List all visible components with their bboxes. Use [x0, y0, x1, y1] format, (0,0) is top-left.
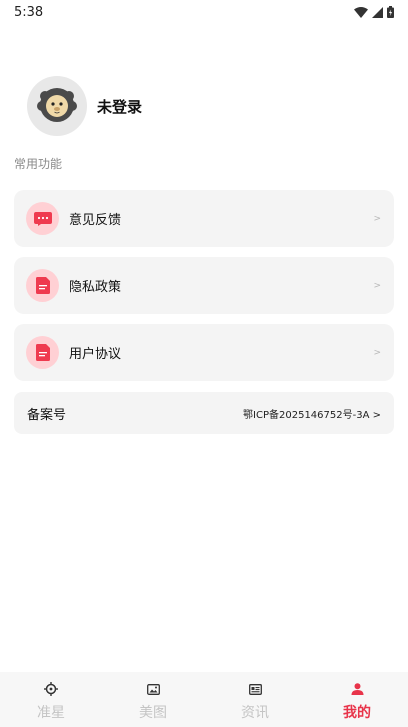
- menu-item-label: 隐私政策: [69, 280, 122, 295]
- tab-label: 准星: [37, 705, 65, 721]
- tab-label: 美图: [139, 705, 167, 721]
- icp-record-row[interactable]: 备案号 鄂ICP备2025146752号-3A >: [14, 392, 394, 434]
- tab-mine[interactable]: 我的: [306, 672, 408, 727]
- tab-label: 资讯: [241, 705, 269, 721]
- image-icon: [145, 681, 161, 697]
- crosshair-icon: [43, 681, 59, 697]
- menu-item-privacy-policy[interactable]: 隐私政策 >: [14, 257, 394, 314]
- menu-item-user-agreement[interactable]: 用户协议 >: [14, 324, 394, 381]
- login-status-label[interactable]: 未登录: [97, 96, 142, 117]
- news-icon: [247, 681, 263, 697]
- profile-header[interactable]: 未登录: [27, 76, 142, 136]
- menu-item-label: 用户协议: [69, 347, 122, 362]
- tab-label: 我的: [343, 705, 371, 721]
- icp-record-value[interactable]: 鄂ICP备2025146752号-3A >: [243, 406, 381, 421]
- tab-gallery[interactable]: 美图: [102, 672, 204, 727]
- tab-crosshair[interactable]: 准星: [0, 672, 102, 727]
- signal-icon: [372, 6, 383, 18]
- document-icon: [26, 336, 59, 369]
- menu-item-label: 意见反馈: [69, 213, 122, 228]
- status-icons: [354, 6, 394, 18]
- section-title: 常用功能: [14, 157, 63, 171]
- document-icon: [26, 269, 59, 302]
- status-time: 5:38: [14, 4, 44, 20]
- chevron-right-icon: >: [373, 280, 381, 291]
- lion-avatar-icon: [37, 84, 77, 128]
- avatar[interactable]: [27, 76, 87, 136]
- tab-news[interactable]: 资讯: [204, 672, 306, 727]
- profile-icon: [349, 681, 365, 697]
- chevron-right-icon: >: [373, 213, 381, 224]
- status-bar: 5:38: [0, 0, 408, 24]
- feedback-icon: [26, 202, 59, 235]
- menu-item-feedback[interactable]: 意见反馈 >: [14, 190, 394, 247]
- icp-record-label: 备案号: [27, 407, 67, 423]
- battery-icon: [387, 6, 394, 18]
- chevron-right-icon: >: [373, 347, 381, 358]
- wifi-icon: [354, 6, 368, 18]
- bottom-tab-bar: 准星 美图 资讯 我的: [0, 672, 408, 727]
